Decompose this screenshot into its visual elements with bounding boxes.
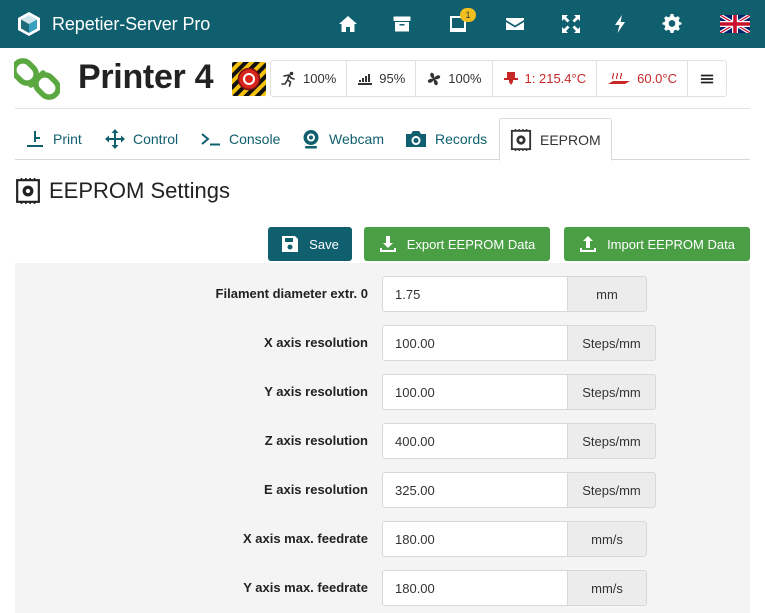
tab-print-label: Print bbox=[53, 131, 82, 147]
fan-stat[interactable]: 100% bbox=[416, 61, 493, 96]
printer-name: Printer 4 bbox=[78, 58, 214, 96]
eeprom-row: X axis max. feedrate mm/s bbox=[15, 521, 750, 557]
repetier-logo-icon bbox=[18, 12, 40, 36]
eeprom-row: X axis resolution Steps/mm bbox=[15, 325, 750, 361]
fullscreen-icon[interactable] bbox=[559, 12, 583, 36]
print-icon bbox=[27, 131, 43, 147]
brand[interactable]: Repetier-Server Pro bbox=[16, 11, 210, 37]
tab-print[interactable]: Print bbox=[25, 118, 82, 160]
top-navbar: Repetier-Server Pro 1 bbox=[0, 0, 765, 48]
flow-bars-icon bbox=[358, 73, 373, 85]
import-eeprom-button[interactable]: Import EEPROM Data bbox=[564, 227, 750, 261]
tab-console[interactable]: Console bbox=[201, 118, 280, 160]
tab-webcam[interactable]: Webcam bbox=[301, 118, 384, 160]
eeprom-row-label: Filament diameter extr. 0 bbox=[215, 286, 368, 301]
eeprom-row: Y axis resolution Steps/mm bbox=[15, 374, 750, 410]
eeprom-value-input[interactable] bbox=[382, 423, 568, 459]
flow-value: 95% bbox=[379, 71, 406, 86]
save-button[interactable]: Save bbox=[268, 227, 352, 261]
eeprom-value-input[interactable] bbox=[382, 472, 568, 508]
tab-control-label: Control bbox=[133, 131, 179, 147]
hamburger-menu-icon bbox=[700, 74, 714, 83]
notification-badge: 1 bbox=[460, 8, 476, 22]
eeprom-value-input[interactable] bbox=[382, 276, 568, 312]
eeprom-row-unit: mm/s bbox=[567, 570, 647, 606]
upload-icon bbox=[580, 236, 597, 252]
eeprom-row-unit: mm/s bbox=[567, 521, 647, 557]
eeprom-row-unit: Steps/mm bbox=[567, 423, 656, 459]
eeprom-row-label: Y axis max. feedrate bbox=[243, 580, 368, 595]
floppy-disk-icon bbox=[282, 236, 299, 252]
move-arrows-icon bbox=[105, 129, 125, 149]
tab-control[interactable]: Control bbox=[105, 118, 178, 160]
eeprom-form: Filament diameter extr. 0 mm X axis reso… bbox=[15, 263, 750, 613]
tab-records-label: Records bbox=[435, 131, 488, 147]
printer-tabs: Print Control Console Webcam Records EEP… bbox=[15, 118, 750, 161]
tab-eeprom[interactable]: EEPROM bbox=[499, 118, 612, 161]
eeprom-row-label: X axis resolution bbox=[263, 335, 368, 350]
header-divider bbox=[15, 108, 750, 109]
extruder-temp-stat[interactable]: 1: 215.4°C bbox=[493, 61, 598, 96]
chip-icon bbox=[16, 178, 40, 204]
eeprom-row: Y axis max. feedrate mm/s bbox=[15, 570, 750, 606]
export-eeprom-label: Export EEPROM Data bbox=[406, 236, 536, 252]
download-icon bbox=[379, 236, 396, 252]
eeprom-value-input[interactable] bbox=[382, 374, 568, 410]
mail-icon[interactable] bbox=[503, 12, 527, 36]
tablet-icon[interactable]: 1 bbox=[446, 8, 476, 36]
tab-records[interactable]: Records bbox=[405, 118, 487, 160]
bolt-icon[interactable] bbox=[608, 12, 632, 36]
printer-menu-button[interactable] bbox=[688, 61, 726, 96]
eeprom-value-input[interactable] bbox=[382, 325, 568, 361]
heated-bed-icon bbox=[608, 72, 631, 84]
section-title: EEPROM Settings bbox=[15, 178, 230, 204]
top-nav-icons: 1 bbox=[330, 0, 765, 48]
eeprom-row: Z axis resolution Steps/mm bbox=[15, 423, 750, 459]
eeprom-row-unit: Steps/mm bbox=[567, 374, 656, 410]
tab-console-label: Console bbox=[229, 131, 281, 147]
eeprom-value-input[interactable] bbox=[382, 521, 568, 557]
eeprom-row-label: Y axis resolution bbox=[264, 384, 368, 399]
eeprom-row-label: X axis max. feedrate bbox=[242, 531, 368, 546]
eeprom-row-unit: Steps/mm bbox=[567, 325, 656, 361]
tab-eeprom-label: EEPROM bbox=[540, 131, 601, 148]
page-title: EEPROM Settings bbox=[49, 178, 230, 203]
terminal-icon bbox=[201, 133, 220, 146]
speed-value: 100% bbox=[303, 71, 337, 86]
eeprom-row-label: Z axis resolution bbox=[264, 433, 368, 448]
speed-stat[interactable]: 100% bbox=[271, 61, 348, 96]
eeprom-row-unit: mm bbox=[567, 276, 647, 312]
flag-uk-icon[interactable] bbox=[720, 12, 750, 36]
printer-header: Printer 4 100% 95% 100% 1: 215.4°C 60.0°… bbox=[0, 50, 765, 108]
save-button-label: Save bbox=[309, 236, 339, 252]
running-icon bbox=[281, 71, 295, 87]
eeprom-value-input[interactable] bbox=[382, 570, 568, 606]
extruder-icon bbox=[503, 71, 518, 85]
printer-stats-bar: 100% 95% 100% 1: 215.4°C 60.0°C bbox=[270, 60, 727, 97]
bed-temp-value: 60.0°C bbox=[637, 71, 677, 86]
eeprom-row-label: E axis resolution bbox=[263, 482, 368, 497]
eeprom-row: E axis resolution Steps/mm bbox=[15, 472, 750, 508]
emergency-stop-icon[interactable] bbox=[232, 62, 266, 96]
app-title: Repetier-Server Pro bbox=[52, 13, 211, 34]
webcam-icon bbox=[303, 130, 319, 149]
fan-icon bbox=[428, 72, 441, 85]
eeprom-row-unit: Steps/mm bbox=[567, 472, 656, 508]
flow-stat[interactable]: 95% bbox=[347, 61, 417, 96]
chip-icon bbox=[510, 128, 532, 151]
extruder-temp-value: 1: 215.4°C bbox=[524, 71, 587, 86]
camera-icon bbox=[406, 131, 426, 147]
home-icon[interactable] bbox=[336, 12, 360, 36]
export-eeprom-button[interactable]: Export EEPROM Data bbox=[364, 227, 550, 261]
gear-icon[interactable] bbox=[660, 12, 684, 36]
connected-link-icon[interactable] bbox=[14, 56, 60, 102]
import-eeprom-label: Import EEPROM Data bbox=[607, 236, 735, 252]
eeprom-row: Filament diameter extr. 0 mm bbox=[15, 276, 750, 312]
fan-value: 100% bbox=[448, 71, 482, 86]
tab-webcam-label: Webcam bbox=[329, 131, 384, 147]
bed-temp-stat[interactable]: 60.0°C bbox=[597, 61, 688, 96]
archive-icon[interactable] bbox=[390, 12, 414, 36]
